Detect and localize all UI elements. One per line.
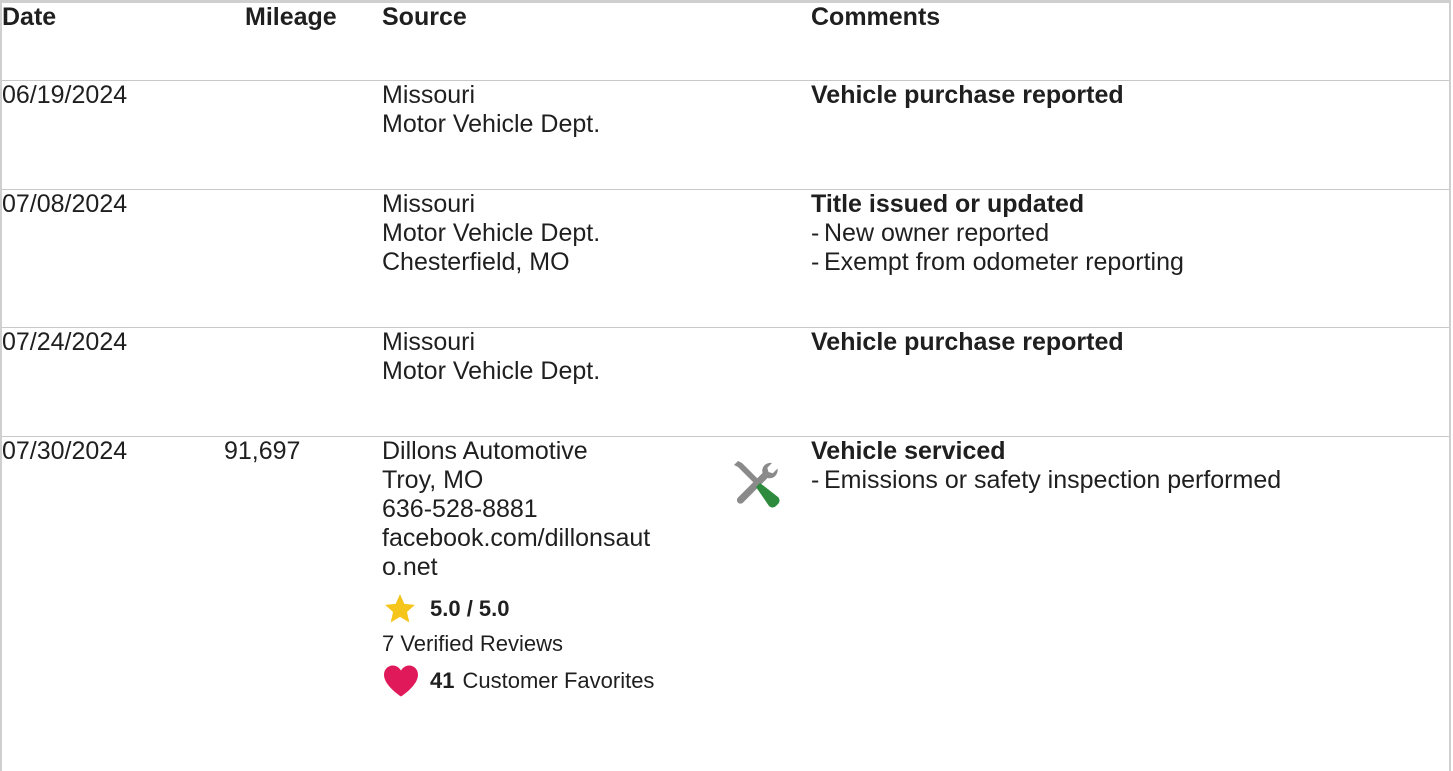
favorites-row: 41 Customer Favorites	[382, 664, 728, 698]
row-icon-cell	[728, 436, 811, 698]
bullet-dash: -	[811, 465, 820, 494]
row-source: Missouri Motor Vehicle Dept.	[352, 80, 728, 189]
header-icon-spacer	[728, 3, 811, 80]
table-header-row: Date Mileage Source Comments	[2, 3, 1449, 80]
bullet-dash: -	[811, 247, 820, 276]
table-row: 07/08/2024 Missouri Motor Vehicle Dept. …	[2, 189, 1449, 327]
favorites-label: Customer Favorites	[462, 668, 655, 693]
header-source: Source	[382, 3, 467, 31]
header-date: Date	[2, 3, 57, 31]
wrench-screwdriver-icon	[734, 460, 780, 507]
table-row: 06/19/2024 Missouri Motor Vehicle Dept. …	[2, 80, 1449, 189]
source-phone[interactable]: 636-528-8881	[382, 495, 728, 524]
comment-title: Title issued or updated	[811, 189, 1085, 218]
header-mileage: Mileage	[245, 3, 337, 31]
row-comments: Vehicle serviced - Emissions or safety in…	[811, 436, 1449, 698]
rating-row: 5.0 / 5.0	[382, 592, 728, 626]
table-row: 07/30/2024 91,697 Dillons Automotive Tro…	[2, 436, 1449, 698]
source-website-cont[interactable]: o.net	[382, 553, 728, 582]
verified-reviews-link[interactable]: 7 Verified Reviews	[382, 630, 728, 658]
source-line: Motor Vehicle Dept.	[382, 356, 601, 385]
comment-bullet: - New owner reported	[811, 219, 1449, 248]
favorites-count: 41	[430, 668, 455, 693]
row-date: 07/30/2024	[2, 436, 128, 465]
history-table-panel: Date Mileage Source Comments 06/19/2024 …	[0, 0, 1451, 771]
star-icon	[385, 593, 415, 622]
row-mileage: 91,697	[224, 436, 301, 465]
row-icon-cell	[728, 327, 811, 436]
table-row: 07/24/2024 Missouri Motor Vehicle Dept. …	[2, 327, 1449, 436]
comment-bullet: - Emissions or safety inspection performe…	[811, 466, 1449, 495]
row-source: Missouri Motor Vehicle Dept. Chesterfiel…	[352, 189, 728, 327]
row-mileage	[207, 189, 352, 327]
source-line: Missouri	[382, 189, 476, 218]
source-line: Motor Vehicle Dept.	[382, 218, 601, 247]
source-name: Dillons Automotive	[382, 436, 588, 465]
row-mileage	[207, 80, 352, 189]
source-website[interactable]: facebook.com/dillonsaut	[382, 524, 728, 553]
source-line: Chesterfield, MO	[382, 247, 570, 276]
row-comments: Title issued or updated - New owner repor…	[811, 189, 1449, 327]
row-date: 07/24/2024	[2, 327, 128, 356]
bullet-text: New owner reported	[824, 218, 1050, 247]
source-line: Motor Vehicle Dept.	[382, 109, 601, 138]
bullet-text: Exempt from odometer reporting	[824, 247, 1184, 276]
row-mileage	[207, 327, 352, 436]
header-comments: Comments	[811, 3, 941, 31]
row-comments: Vehicle purchase reported	[811, 80, 1449, 189]
row-icon-cell	[728, 189, 811, 327]
comment-bullet: - Exempt from odometer reporting	[811, 248, 1449, 277]
source-location: Troy, MO	[382, 465, 484, 494]
row-source: Missouri Motor Vehicle Dept.	[352, 327, 728, 436]
comment-title: Vehicle purchase reported	[811, 80, 1124, 109]
bullet-text: Emissions or safety inspection performed	[824, 465, 1282, 494]
vehicle-history-table: Date Mileage Source Comments 06/19/2024 …	[2, 3, 1449, 698]
heart-icon	[384, 665, 418, 696]
source-line: Missouri	[382, 80, 476, 109]
bullet-dash: -	[811, 218, 820, 247]
row-date: 07/08/2024	[2, 189, 128, 218]
source-line: Missouri	[382, 327, 476, 356]
row-date: 06/19/2024	[2, 80, 128, 109]
rating-value: 5.0 / 5.0	[430, 596, 510, 621]
comment-title: Vehicle purchase reported	[811, 327, 1124, 356]
row-comments: Vehicle purchase reported	[811, 327, 1449, 436]
row-icon-cell	[728, 80, 811, 189]
comment-title: Vehicle serviced	[811, 436, 1006, 465]
row-source: Dillons Automotive Troy, MO 636-528-8881…	[352, 436, 728, 698]
